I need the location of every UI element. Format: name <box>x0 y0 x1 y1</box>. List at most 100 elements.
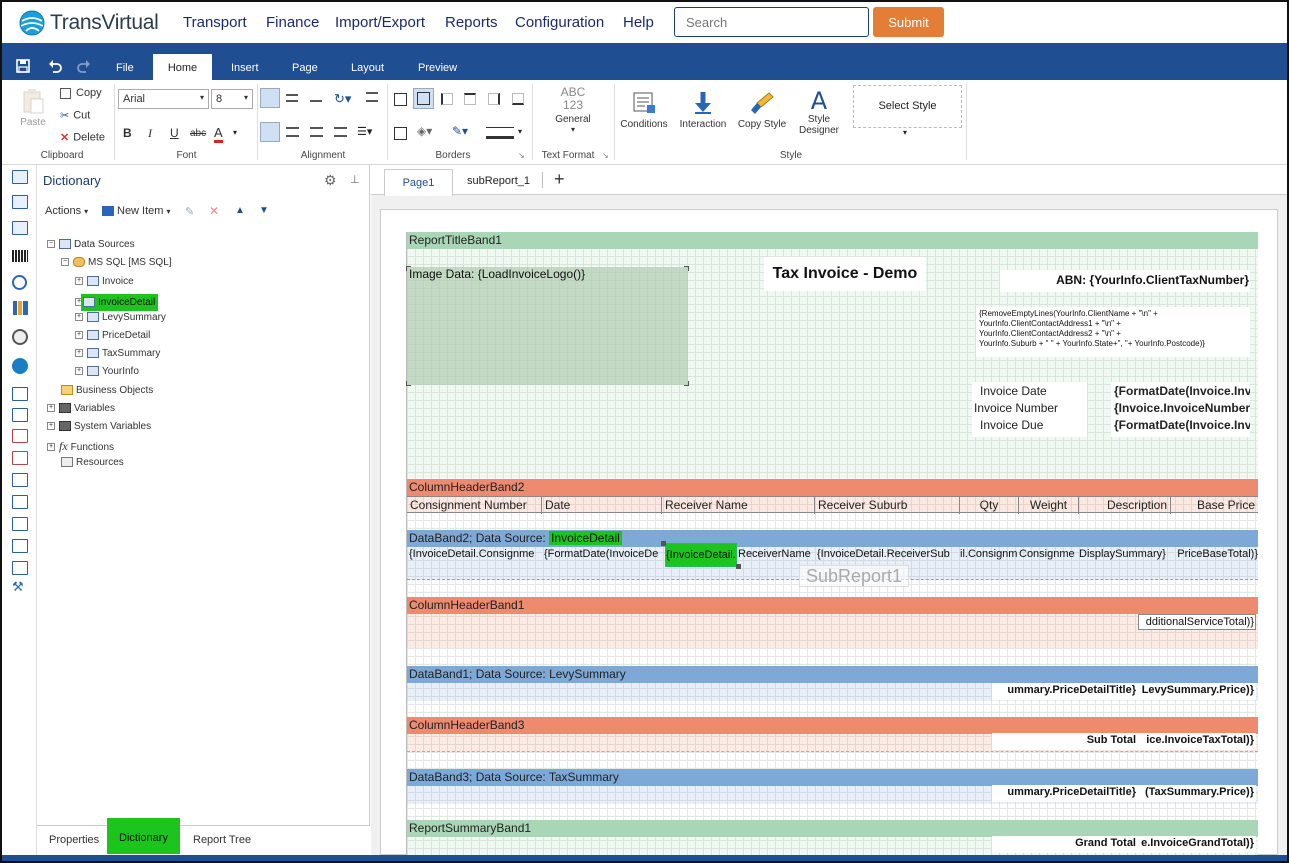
submit-button[interactable]: Submit <box>873 7 944 37</box>
underline-icon[interactable]: U <box>170 126 179 140</box>
col-weight[interactable]: Weight <box>1019 497 1079 514</box>
collapse-icon[interactable]: − <box>61 258 69 267</box>
line-spacing-icon[interactable]: ☰▾ <box>357 125 372 138</box>
grand-total-label[interactable]: Grand Total <box>992 836 1138 853</box>
invoice-values-block[interactable]: {FormatDate(Invoice.Inv {Invoice.Invoice… <box>1111 382 1250 437</box>
report-summary-band[interactable]: ReportSummaryBand1 <box>407 820 1258 837</box>
edit-icon[interactable]: ✎ <box>185 205 194 218</box>
fill-color-icon[interactable]: ◈▾ <box>417 124 432 138</box>
cell-description[interactable]: DisplaySummary} <box>1079 548 1171 560</box>
tree-variables[interactable]: + Variables <box>47 403 115 414</box>
subreport-icon[interactable] <box>12 221 28 235</box>
cross-band-icon[interactable] <box>12 195 28 209</box>
brand-logo[interactable]: TransVirtual <box>18 9 159 37</box>
tree-data-sources[interactable]: − Data Sources <box>47 239 135 250</box>
cell-consignment[interactable]: {InvoiceDetail.Consignme <box>409 548 542 560</box>
col-consignment-number[interactable]: Consignment Number <box>407 497 542 514</box>
align-center-icon[interactable] <box>286 127 299 137</box>
font-name-select[interactable]: Arial ▾ <box>118 89 209 109</box>
column-header-band-3[interactable]: ColumnHeaderBand3 <box>407 717 1258 734</box>
move-down-icon[interactable]: ▼ <box>259 205 269 216</box>
chevron-down-icon[interactable]: ▾ <box>903 128 907 137</box>
conditions-button[interactable]: Conditions <box>618 90 670 130</box>
col-date[interactable]: Date <box>542 497 662 514</box>
cell-weight[interactable]: Consignme <box>1019 548 1079 560</box>
undo-icon[interactable] <box>48 59 62 76</box>
tax-total-field[interactable]: ice.InvoiceTaxTotal)} <box>1138 733 1256 750</box>
col-description[interactable]: Description <box>1079 497 1171 514</box>
tree-connection[interactable]: − MS SQL [MS SQL] <box>61 257 172 268</box>
add-page-icon[interactable]: + <box>554 169 565 190</box>
font-color-icon[interactable]: A <box>214 125 223 143</box>
data-band-3[interactable]: DataBand3; Data Source: TaxSummary <box>407 769 1258 786</box>
barcode-icon[interactable] <box>12 250 28 262</box>
text-icon[interactable] <box>12 387 28 401</box>
copy-button[interactable]: Copy <box>60 87 102 99</box>
col-qty[interactable]: Qty <box>960 497 1019 514</box>
zip-code-icon[interactable] <box>12 561 28 575</box>
tax-invoice-title[interactable]: Tax Invoice - Demo <box>764 257 926 291</box>
border-color-icon[interactable]: ✎▾ <box>452 124 468 138</box>
tree-system-variables[interactable]: + System Variables <box>47 421 151 432</box>
tab-page[interactable]: Page <box>292 62 318 74</box>
abn-text[interactable]: ABN: {YourInfo.ClientTaxNumber} <box>1000 270 1250 292</box>
move-up-icon[interactable]: ▲ <box>235 205 245 216</box>
no-border-button[interactable] <box>413 88 434 109</box>
container-icon[interactable] <box>12 495 28 509</box>
dialog-launcher-icon[interactable]: ↘ <box>518 151 525 160</box>
tab-page1[interactable]: Page1 <box>384 169 453 196</box>
actions-menu[interactable]: Actions ▾ <box>45 205 88 217</box>
font-size-select[interactable]: 8 ▾ <box>211 89 253 109</box>
nav-transport[interactable]: Transport <box>183 14 247 31</box>
expand-icon[interactable]: + <box>75 367 83 376</box>
cell-receiver-selected[interactable]: {InvoiceDetail. <box>665 543 737 567</box>
additional-service-field[interactable]: dditionalServiceTotal)} <box>1138 614 1256 630</box>
tab-home[interactable]: Home <box>153 54 212 80</box>
tree-table-pricedetail[interactable]: + PriceDetail <box>75 330 150 341</box>
nav-reports[interactable]: Reports <box>445 14 498 31</box>
selection-handle[interactable] <box>661 541 666 546</box>
tree-table-levysummary[interactable]: + LevySummary <box>75 312 166 323</box>
cut-button[interactable]: ✂ Cut <box>60 109 90 122</box>
align-top-button[interactable] <box>260 88 280 108</box>
address-block[interactable]: {RemoveEmptyLines(YourInfo.ClientName + … <box>976 307 1250 357</box>
cell-qty[interactable]: il.Consignm <box>960 548 1019 560</box>
panel-icon[interactable] <box>12 473 28 487</box>
expand-icon[interactable]: + <box>47 422 55 431</box>
tab-preview[interactable]: Preview <box>418 62 457 74</box>
copy-style-button[interactable]: Copy Style <box>734 90 790 130</box>
grand-total-field[interactable]: e.InvoiceGrandTotal)} <box>1138 836 1256 853</box>
select-style-dropdown[interactable]: Select Style <box>853 85 962 128</box>
map-icon[interactable] <box>12 358 28 374</box>
nav-help[interactable]: Help <box>623 14 654 31</box>
collapse-icon[interactable]: − <box>47 240 55 249</box>
gear-icon[interactable]: ⚙ <box>324 172 337 189</box>
invoice-labels-block[interactable]: Invoice Date Invoice Number Invoice Due <box>972 382 1087 437</box>
pin-icon[interactable]: ⊥ <box>350 173 360 186</box>
expand-icon[interactable]: + <box>47 443 55 452</box>
tree-table-invoicedetail[interactable]: + InvoiceDetail <box>75 294 159 311</box>
nav-finance[interactable]: Finance <box>266 14 319 31</box>
checkbox-icon[interactable] <box>12 539 28 553</box>
subreport-box[interactable]: SubReport1 <box>799 565 909 587</box>
align-left-button[interactable] <box>260 122 280 142</box>
left-border-icon[interactable] <box>441 93 453 105</box>
top-border-icon[interactable] <box>464 93 476 105</box>
chevron-down-icon[interactable]: ▾ <box>233 128 237 137</box>
align-right-icon[interactable] <box>310 127 323 137</box>
border-settings-icon[interactable] <box>394 127 407 140</box>
text-format-button[interactable]: ABC 123 General ▾ <box>547 86 599 135</box>
save-icon[interactable] <box>16 59 30 76</box>
expand-icon[interactable]: + <box>75 277 83 286</box>
sub-total-label[interactable]: Sub Total <box>992 733 1138 750</box>
cell-receiver-suburb[interactable]: {InvoiceDetail.ReceiverSub <box>817 548 960 560</box>
band-icon[interactable] <box>12 170 28 184</box>
chart-icon[interactable] <box>13 301 28 315</box>
bold-icon[interactable]: B <box>123 126 132 140</box>
tree-table-taxsummary[interactable]: + TaxSummary <box>75 348 160 359</box>
right-border-icon[interactable] <box>488 93 500 105</box>
tab-properties[interactable]: Properties <box>49 834 99 846</box>
column-header-band-1[interactable]: ColumnHeaderBand1 <box>407 597 1258 614</box>
search-input[interactable] <box>674 7 869 37</box>
expand-icon[interactable]: + <box>75 349 83 358</box>
